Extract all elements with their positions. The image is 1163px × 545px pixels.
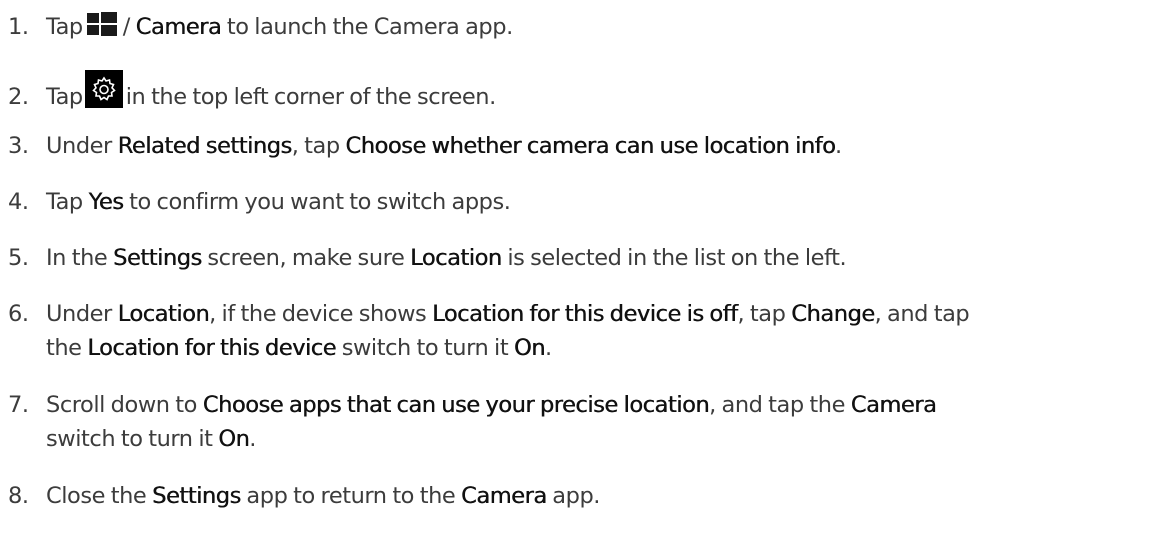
camera-link: Camera xyxy=(135,14,222,40)
step-7: 7. Scroll down to Choose apps that can us… xyxy=(8,388,1157,422)
step-8: 8. Close the Settings app to return to th… xyxy=(8,479,1157,513)
step-number: 6. xyxy=(8,301,29,327)
step-6: 6. Under Location, if the device shows Lo… xyxy=(8,297,1157,331)
step-number: 8. xyxy=(8,483,29,509)
step-2: 2. Tap in the top left corner of the scree… xyxy=(8,70,1157,114)
step-5: 5. In the Settings screen, make sure Loca… xyxy=(8,241,1157,275)
step-7-continued: switch to turn it On. xyxy=(46,426,256,452)
windows-logo-icon xyxy=(86,12,117,36)
step-number: 7. xyxy=(8,392,29,418)
step-number: 4. xyxy=(8,189,29,215)
step-number: 3. xyxy=(8,133,29,159)
step-4: 4. Tap Yes to confirm you want to switch … xyxy=(8,185,1157,219)
step-number: 5. xyxy=(8,245,29,271)
step-6-continued: the Location for this device switch to t… xyxy=(46,335,552,361)
gear-icon xyxy=(84,70,123,108)
step-number: 2. xyxy=(8,84,29,110)
instructions-page: 1. Tap / Camera to launch the Camera app. … xyxy=(0,0,1163,545)
step-1: 1. Tap / Camera to launch the Camera app. xyxy=(8,10,1157,44)
step-number: 1. xyxy=(8,14,29,40)
step-3: 3. Under Related settings, tap Choose whe… xyxy=(8,129,1157,163)
